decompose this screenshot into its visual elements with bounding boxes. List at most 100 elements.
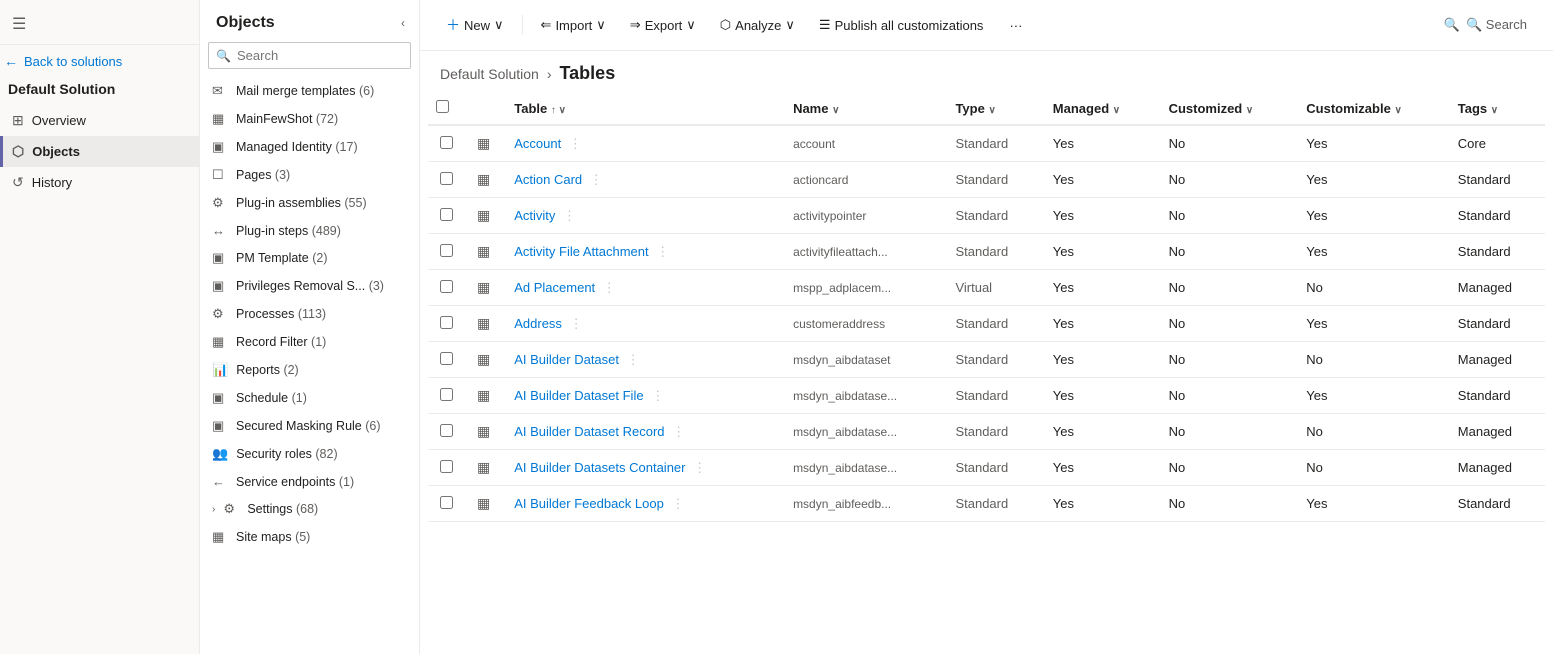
row-checkbox-cell[interactable] bbox=[428, 125, 465, 162]
th-tags-sort-icon: ∨ bbox=[1491, 105, 1498, 116]
obj-item-label: Pages (3) bbox=[236, 168, 290, 182]
row-table-name-link[interactable]: AI Builder Feedback Loop bbox=[514, 496, 664, 511]
objects-list-item[interactable]: ▦ Record Filter (1) bbox=[200, 328, 419, 356]
row-table-name-link[interactable]: Activity bbox=[514, 208, 555, 223]
row-context-menu[interactable]: ⋮ bbox=[565, 136, 586, 151]
sidebar-item-objects[interactable]: ⬡ Objects bbox=[0, 136, 199, 167]
back-to-solutions-link[interactable]: ← Back to solutions bbox=[0, 45, 199, 73]
back-arrow-icon: ← bbox=[4, 53, 18, 69]
objects-list-item[interactable]: ▣ Schedule (1) bbox=[200, 384, 419, 412]
objects-search-input[interactable] bbox=[208, 42, 411, 69]
row-checkbox-cell[interactable] bbox=[428, 342, 465, 378]
row-checkbox-cell[interactable] bbox=[428, 414, 465, 450]
row-table-name-link[interactable]: Action Card bbox=[514, 172, 582, 187]
row-context-menu[interactable]: ⋮ bbox=[586, 172, 607, 187]
obj-type-icon: ← bbox=[212, 474, 228, 489]
objects-list-item[interactable]: › ⚙ Settings (68) bbox=[200, 495, 419, 523]
table-area: Table ↑ ∨ Name ∨ Type ∨ Managed ∨ bbox=[420, 92, 1553, 654]
row-context-menu[interactable]: ⋮ bbox=[566, 316, 587, 331]
row-context-menu[interactable]: ⋮ bbox=[599, 280, 620, 295]
row-checkbox[interactable] bbox=[440, 244, 453, 257]
th-type[interactable]: Type ∨ bbox=[943, 92, 1040, 125]
row-checkbox[interactable] bbox=[440, 496, 453, 509]
row-icon-cell: ▦ bbox=[465, 270, 502, 306]
row-checkbox[interactable] bbox=[440, 280, 453, 293]
sidebar-item-overview[interactable]: ⊞ Overview bbox=[0, 105, 199, 136]
row-tags-cell: Standard bbox=[1446, 198, 1545, 234]
select-all-checkbox[interactable] bbox=[436, 100, 449, 113]
row-context-menu[interactable]: ⋮ bbox=[668, 424, 689, 439]
row-customizable-cell: Yes bbox=[1294, 198, 1445, 234]
row-context-menu[interactable]: ⋮ bbox=[647, 388, 668, 403]
new-button[interactable]: ＋ New ∨ bbox=[436, 10, 514, 40]
th-managed[interactable]: Managed ∨ bbox=[1041, 92, 1157, 125]
row-checkbox-cell[interactable] bbox=[428, 198, 465, 234]
objects-list-item[interactable]: ← Service endpoints (1) bbox=[200, 468, 419, 495]
row-context-menu[interactable]: ⋮ bbox=[623, 352, 644, 367]
row-checkbox-cell[interactable] bbox=[428, 162, 465, 198]
row-checkbox-cell[interactable] bbox=[428, 450, 465, 486]
row-table-name-link[interactable]: AI Builder Dataset Record bbox=[514, 424, 664, 439]
th-tags[interactable]: Tags ∨ bbox=[1446, 92, 1545, 125]
hamburger-icon[interactable]: ☰ bbox=[8, 10, 191, 38]
row-checkbox[interactable] bbox=[440, 316, 453, 329]
row-table-name-link[interactable]: Activity File Attachment bbox=[514, 244, 648, 259]
objects-list-item[interactable]: ▣ Secured Masking Rule (6) bbox=[200, 412, 419, 440]
row-checkbox-cell[interactable] bbox=[428, 234, 465, 270]
objects-list-item[interactable]: ▦ MainFewShot (72) bbox=[200, 105, 419, 133]
objects-list-item[interactable]: 👥 Security roles (82) bbox=[200, 440, 419, 468]
row-table-name-link[interactable]: AI Builder Dataset File bbox=[514, 388, 643, 403]
breadcrumb-solution[interactable]: Default Solution bbox=[440, 66, 539, 82]
th-table[interactable]: Table ↑ ∨ bbox=[502, 92, 781, 125]
analyze-button[interactable]: ⬡ Analyze ∨ bbox=[710, 12, 805, 38]
import-label: Import bbox=[555, 18, 592, 33]
export-button[interactable]: ⇒ Export ∨ bbox=[620, 12, 706, 38]
row-checkbox-cell[interactable] bbox=[428, 270, 465, 306]
row-icon-cell: ▦ bbox=[465, 342, 502, 378]
row-table-name-link[interactable]: AI Builder Datasets Container bbox=[514, 460, 685, 475]
publish-button[interactable]: ☰ Publish all customizations bbox=[809, 12, 994, 38]
row-checkbox-cell[interactable] bbox=[428, 306, 465, 342]
row-checkbox[interactable] bbox=[440, 136, 453, 149]
objects-list-item[interactable]: ⚙ Plug-in assemblies (55) bbox=[200, 189, 419, 217]
row-checkbox-cell[interactable] bbox=[428, 486, 465, 522]
objects-list-item[interactable]: ▦ Site maps (5) bbox=[200, 523, 419, 551]
import-button[interactable]: ⇐ Import ∨ bbox=[531, 12, 616, 38]
objects-list-item[interactable]: ↔ Plug-in steps (489) bbox=[200, 217, 419, 244]
row-managed-cell: Yes bbox=[1041, 378, 1157, 414]
objects-list-item[interactable]: 📊 Reports (2) bbox=[200, 356, 419, 384]
objects-list-item[interactable]: ▣ Privileges Removal S... (3) bbox=[200, 272, 419, 300]
objects-list-item[interactable]: ⚙ Processes (113) bbox=[200, 300, 419, 328]
row-context-menu[interactable]: ⋮ bbox=[689, 460, 710, 475]
row-table-name-link[interactable]: Ad Placement bbox=[514, 280, 595, 295]
sidebar-item-history[interactable]: ↺ History bbox=[0, 167, 199, 198]
th-checkbox[interactable] bbox=[428, 92, 465, 125]
row-checkbox[interactable] bbox=[440, 208, 453, 221]
row-checkbox[interactable] bbox=[440, 388, 453, 401]
row-type-cell: Standard bbox=[943, 162, 1040, 198]
row-checkbox[interactable] bbox=[440, 460, 453, 473]
row-context-menu[interactable]: ⋮ bbox=[652, 244, 673, 259]
objects-list-item[interactable]: ✉ Mail merge templates (6) bbox=[200, 77, 419, 105]
analyze-icon: ⬡ bbox=[720, 17, 731, 33]
row-checkbox-cell[interactable] bbox=[428, 378, 465, 414]
row-context-menu[interactable]: ⋮ bbox=[667, 496, 688, 511]
toolbar-search-right[interactable]: 🔍 🔍 Search bbox=[1434, 13, 1537, 37]
objects-list-item[interactable]: ▣ Managed Identity (17) bbox=[200, 133, 419, 161]
objects-list: ✉ Mail merge templates (6) ▦ MainFewShot… bbox=[200, 77, 419, 654]
row-customized-cell: No bbox=[1157, 450, 1295, 486]
objects-list-item[interactable]: ☐ Pages (3) bbox=[200, 161, 419, 189]
th-name[interactable]: Name ∨ bbox=[781, 92, 943, 125]
row-checkbox[interactable] bbox=[440, 172, 453, 185]
row-checkbox[interactable] bbox=[440, 424, 453, 437]
th-customizable[interactable]: Customizable ∨ bbox=[1294, 92, 1445, 125]
more-button[interactable]: ··· bbox=[999, 13, 1032, 38]
row-table-name-link[interactable]: AI Builder Dataset bbox=[514, 352, 619, 367]
th-customized[interactable]: Customized ∨ bbox=[1157, 92, 1295, 125]
row-table-name-link[interactable]: Address bbox=[514, 316, 562, 331]
row-table-name-link[interactable]: Account bbox=[514, 136, 561, 151]
row-checkbox[interactable] bbox=[440, 352, 453, 365]
objects-list-item[interactable]: ▣ PM Template (2) bbox=[200, 244, 419, 272]
row-context-menu[interactable]: ⋮ bbox=[559, 208, 580, 223]
collapse-objects-button[interactable]: ‹ bbox=[399, 14, 407, 32]
